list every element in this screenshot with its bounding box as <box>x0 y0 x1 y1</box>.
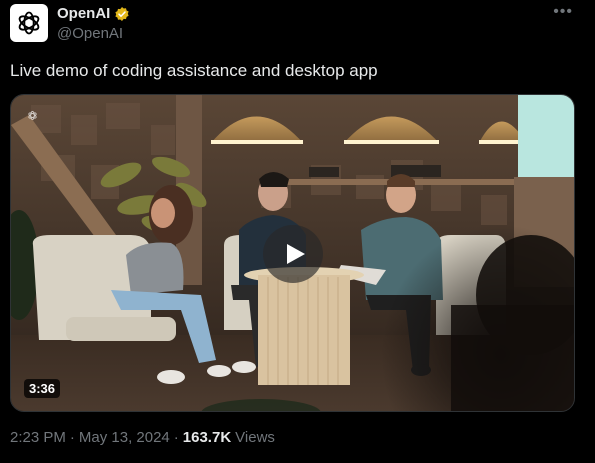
more-options-icon[interactable]: ••• <box>553 3 573 21</box>
play-button[interactable] <box>263 225 323 283</box>
views-label: Views <box>235 429 275 446</box>
tweet-time[interactable]: 2:23 PM <box>10 429 66 446</box>
video-player[interactable]: 3:36 <box>10 94 575 412</box>
openai-logo-icon <box>18 11 40 35</box>
verified-badge-icon[interactable] <box>114 6 130 22</box>
separator: · <box>173 429 179 446</box>
author-handle[interactable]: @OpenAI <box>57 25 123 42</box>
separator: · <box>69 429 75 446</box>
views-count[interactable]: 163.7K <box>183 429 231 446</box>
play-icon <box>287 244 305 264</box>
tweet-meta: 2:23 PM · May 13, 2024 · 163.7K Views <box>10 429 275 446</box>
author-display-name[interactable]: OpenAI <box>57 5 110 22</box>
tweet-date[interactable]: May 13, 2024 <box>79 429 170 446</box>
video-duration: 3:36 <box>24 379 61 398</box>
tweet-text: Live demo of coding assistance and deskt… <box>10 61 378 80</box>
author-name-row: OpenAI <box>57 5 130 22</box>
openai-watermark-icon <box>28 110 37 121</box>
avatar[interactable] <box>10 4 48 42</box>
